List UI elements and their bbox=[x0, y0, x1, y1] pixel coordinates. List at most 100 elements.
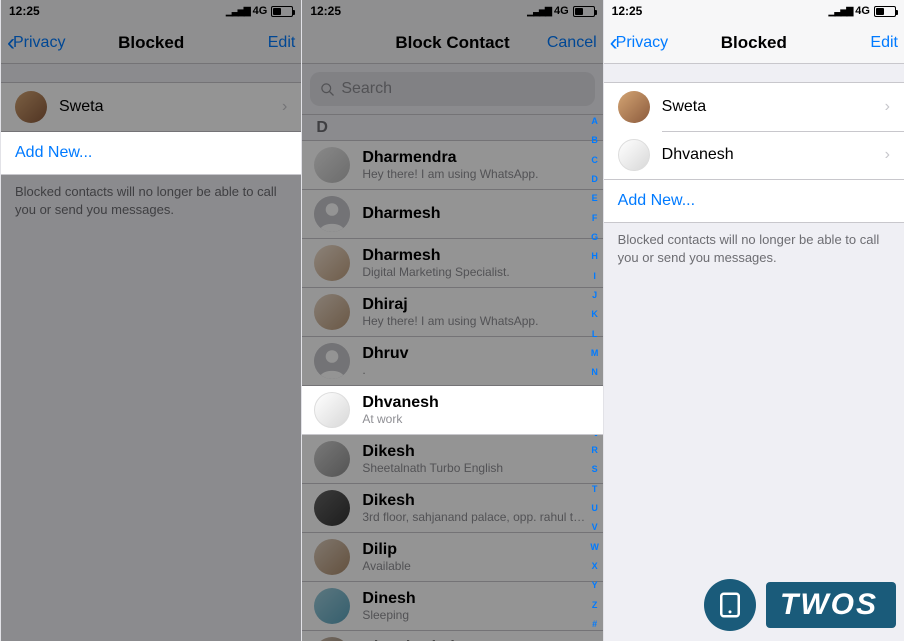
contact-row[interactable]: DineshSleeping bbox=[302, 582, 602, 631]
contact-status: 3rd floor, sahjanand palace, opp. rahul … bbox=[362, 510, 590, 526]
contact-row[interactable]: DilipAvailable bbox=[302, 533, 602, 582]
contact-row[interactable]: Dharmesh bbox=[302, 190, 602, 239]
index-letter[interactable]: W bbox=[590, 542, 599, 552]
contact-list[interactable]: DharmendraHey there! I am using WhatsApp… bbox=[302, 141, 602, 641]
index-letter[interactable]: D bbox=[591, 174, 598, 184]
contact-name: Dhruv bbox=[362, 344, 590, 363]
contact-name: Dhiraj bbox=[362, 295, 590, 314]
avatar bbox=[314, 392, 350, 428]
chevron-right-icon: › bbox=[885, 98, 890, 116]
contact-name: Dikesh bbox=[362, 442, 590, 461]
signal-icon: ▁▃▅▇ bbox=[829, 6, 853, 17]
contact-status: Sleeping bbox=[362, 608, 590, 624]
status-time: 12:25 bbox=[612, 4, 643, 18]
index-letter[interactable]: S bbox=[592, 464, 598, 474]
blocked-contact-row[interactable]: Sweta › bbox=[1, 83, 301, 132]
index-letter[interactable]: U bbox=[591, 503, 598, 513]
index-letter[interactable]: X bbox=[592, 561, 598, 571]
contact-name: Dharmendra bbox=[362, 148, 590, 167]
index-letter[interactable]: V bbox=[592, 522, 598, 532]
contact-status: Hey there! I am using WhatsApp. bbox=[362, 167, 590, 183]
contact-status: At work bbox=[362, 412, 590, 428]
contact-name: Sweta bbox=[59, 98, 282, 116]
contact-row[interactable]: Dinesh BhaiHey there! I am using WhatsAp… bbox=[302, 631, 602, 641]
avatar bbox=[314, 539, 350, 575]
signal-icon: ▁▃▅▇ bbox=[527, 6, 551, 17]
index-letter[interactable]: C bbox=[591, 155, 598, 165]
index-letter[interactable]: K bbox=[591, 309, 598, 319]
avatar bbox=[314, 441, 350, 477]
nav-bar: ‹ Privacy Blocked Edit bbox=[1, 22, 301, 64]
contact-row[interactable]: Dhruv. bbox=[302, 337, 602, 386]
avatar bbox=[15, 91, 47, 123]
footer-note: Blocked contacts will no longer be able … bbox=[1, 175, 301, 226]
network-label: 4G bbox=[855, 5, 870, 17]
blocked-contact-row[interactable]: Sweta › bbox=[604, 83, 904, 131]
contact-row[interactable]: Dikesh3rd floor, sahjanand palace, opp. … bbox=[302, 484, 602, 533]
cancel-button[interactable]: Cancel bbox=[547, 34, 597, 52]
index-letter[interactable]: L bbox=[592, 329, 598, 339]
contact-row[interactable]: DharmendraHey there! I am using WhatsApp… bbox=[302, 141, 602, 190]
contact-row[interactable]: DikeshSheetalnath Turbo English bbox=[302, 435, 602, 484]
search-input[interactable]: Search bbox=[310, 72, 594, 106]
index-letter[interactable]: R bbox=[591, 445, 598, 455]
avatar bbox=[314, 637, 350, 641]
back-button[interactable]: ‹ Privacy bbox=[7, 31, 65, 55]
footer-note: Blocked contacts will no longer be able … bbox=[604, 223, 904, 274]
contact-name: Dhvanesh bbox=[362, 393, 590, 412]
index-letter[interactable]: F bbox=[592, 213, 598, 223]
avatar bbox=[314, 490, 350, 526]
index-letter[interactable]: Y bbox=[592, 580, 598, 590]
index-letter[interactable]: J bbox=[592, 290, 597, 300]
contact-name: Dikesh bbox=[362, 491, 590, 510]
contact-row[interactable]: DhvaneshAt work bbox=[302, 386, 602, 435]
search-placeholder: Search bbox=[341, 80, 392, 98]
index-letter[interactable]: E bbox=[592, 193, 598, 203]
chevron-right-icon: › bbox=[282, 98, 287, 116]
blocked-contact-row[interactable]: Dhvanesh › bbox=[604, 131, 904, 180]
edit-button[interactable]: Edit bbox=[268, 34, 296, 52]
avatar bbox=[314, 343, 350, 379]
add-new-button[interactable]: Add New... bbox=[1, 132, 301, 175]
edit-button[interactable]: Edit bbox=[870, 34, 898, 52]
index-letter[interactable]: # bbox=[592, 619, 597, 629]
contact-name: Dinesh bbox=[362, 589, 590, 608]
avatar bbox=[618, 139, 650, 171]
status-bar: 12:25 ▁▃▅▇ 4G bbox=[604, 0, 904, 22]
status-time: 12:25 bbox=[310, 4, 341, 18]
avatar bbox=[314, 294, 350, 330]
contact-row[interactable]: DhirajHey there! I am using WhatsApp. bbox=[302, 288, 602, 337]
contact-name: Dharmesh bbox=[362, 246, 590, 265]
contact-status: Available bbox=[362, 559, 590, 575]
index-letter[interactable]: M bbox=[591, 348, 599, 358]
add-new-button[interactable]: Add New... bbox=[604, 180, 904, 223]
index-letter[interactable]: Z bbox=[592, 600, 598, 610]
index-letter[interactable]: I bbox=[593, 271, 596, 281]
contact-name: Dhvanesh bbox=[662, 146, 885, 164]
index-letter[interactable]: T bbox=[592, 484, 598, 494]
contact-name: Sweta bbox=[662, 98, 885, 116]
section-header: D bbox=[302, 114, 602, 141]
status-bar: 12:25 ▁▃▅▇ 4G bbox=[302, 0, 602, 22]
index-letter[interactable]: B bbox=[591, 135, 598, 145]
signal-icon: ▁▃▅▇ bbox=[226, 6, 250, 17]
screen-block-contact-picker: 12:25 ▁▃▅▇ 4G Block Contact Cancel Searc… bbox=[301, 0, 602, 641]
index-letter[interactable]: N bbox=[591, 367, 598, 377]
alphabet-index[interactable]: ABCDEFGHIJKLMNOPQRSTUVWXYZ# bbox=[588, 112, 602, 633]
avatar bbox=[314, 196, 350, 232]
watermark: TWOS bbox=[704, 579, 896, 631]
contact-row[interactable]: DharmeshDigital Marketing Specialist. bbox=[302, 239, 602, 288]
screen-blocked-after: 12:25 ▁▃▅▇ 4G ‹ Privacy Blocked Edit Swe… bbox=[603, 0, 904, 641]
back-button[interactable]: ‹ Privacy bbox=[610, 31, 668, 55]
index-letter[interactable]: H bbox=[591, 251, 598, 261]
network-label: 4G bbox=[253, 5, 268, 17]
chevron-right-icon: › bbox=[885, 146, 890, 164]
avatar bbox=[314, 588, 350, 624]
index-letter[interactable]: G bbox=[591, 232, 598, 242]
screen-blocked-before: 12:25 ▁▃▅▇ 4G ‹ Privacy Blocked Edit Swe… bbox=[0, 0, 301, 641]
contact-name: Dharmesh bbox=[362, 204, 590, 223]
nav-bar: ‹ Privacy Blocked Edit bbox=[604, 22, 904, 64]
contact-status: Digital Marketing Specialist. bbox=[362, 265, 590, 281]
index-letter[interactable]: A bbox=[591, 116, 598, 126]
contact-name: Dilip bbox=[362, 540, 590, 559]
